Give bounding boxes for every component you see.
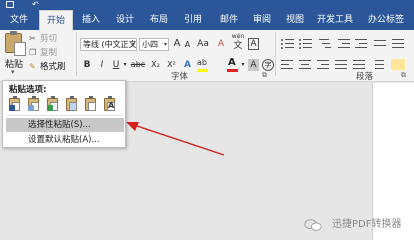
save-icon[interactable] [6, 1, 14, 8]
decrease-indent-icon[interactable] [338, 38, 352, 49]
tab-home[interactable]: 开始 [39, 10, 73, 30]
font-name-value: 等线 (中文正文) [83, 40, 137, 49]
picture-icon[interactable] [64, 96, 79, 113]
highlight-color-bar [197, 69, 208, 72]
paste-options-title: 粘贴选项: [9, 85, 47, 95]
divider [76, 32, 77, 76]
copy-button[interactable]: ❐ 复制 [29, 47, 57, 59]
align-center-icon[interactable] [299, 59, 313, 70]
shrink-font-icon[interactable]: A [183, 39, 192, 51]
italic-button[interactable]: I [97, 59, 107, 71]
tab-view[interactable]: 视图 [279, 10, 311, 30]
tab-file[interactable]: 文件 [2, 10, 36, 30]
grow-font-icon[interactable]: A [172, 38, 182, 50]
highlight-icon[interactable]: ab [196, 57, 208, 69]
sort-icon[interactable] [392, 38, 406, 49]
divider [275, 32, 276, 76]
tab-references[interactable]: 引用 [176, 10, 210, 30]
paragraph-group-label: 段落 [356, 72, 374, 82]
title-bar: ↶ [0, 0, 414, 10]
font-dialog-launcher-icon[interactable]: ⧉ [262, 71, 267, 80]
clipboard-icon [5, 31, 26, 56]
phonetic-char: 文 [233, 41, 243, 51]
tab-mailings[interactable]: 邮件 [212, 10, 246, 30]
tab-insert[interactable]: 插入 [75, 10, 107, 30]
change-case-icon[interactable]: Aa [195, 38, 211, 50]
text-only-icon[interactable]: A [102, 96, 117, 113]
ribbon-home: 粘贴 ▾ ✂ 剪切 ❐ 复制 ✎ 格式刷 等线 (中文正文) ▾ 小四 ▾ A A Aa … [0, 30, 414, 82]
clear-formatting-icon[interactable]: A [215, 38, 227, 50]
font-group-label: 字体 [171, 72, 189, 82]
paste-button[interactable]: 粘贴 ▾ [3, 31, 26, 78]
scissors-icon: ✂ [29, 34, 36, 43]
underline-button[interactable]: U [111, 59, 121, 71]
use-destination-styles-icon[interactable] [45, 96, 60, 113]
undo-icon[interactable]: ↶ [32, 0, 39, 9]
keep-text-only-icon[interactable] [83, 96, 98, 113]
keep-source-formatting-icon[interactable] [7, 96, 22, 113]
annotation-arrow [126, 122, 225, 156]
paragraph-dialog-launcher-icon[interactable]: ⧉ [401, 71, 406, 80]
tab-layout[interactable]: 布局 [143, 10, 175, 30]
strikethrough-button[interactable]: abc [130, 59, 146, 71]
font-name-combo[interactable]: 等线 (中文正文) ▾ [80, 38, 137, 51]
merge-formatting-icon[interactable] [26, 96, 41, 113]
line-spacing-icon[interactable] [371, 59, 385, 70]
format-painter-button[interactable]: ✎ 格式刷 [29, 61, 66, 73]
numbering-icon[interactable] [299, 38, 313, 49]
shading-icon[interactable] [391, 59, 405, 70]
bold-button[interactable]: B [82, 59, 92, 71]
cut-button[interactable]: ✂ 剪切 [29, 33, 57, 45]
character-border-icon[interactable]: A [248, 38, 259, 50]
increase-indent-icon[interactable] [355, 38, 369, 49]
chinese-layout-icon[interactable] [374, 38, 388, 49]
chevron-down-icon: ▾ [163, 41, 167, 48]
align-left-icon[interactable] [281, 59, 295, 70]
tab-developer[interactable]: 开发工具 [312, 10, 358, 30]
font-size-value: 小四 [142, 40, 158, 49]
align-right-icon[interactable] [317, 59, 331, 70]
arrow-shaft [133, 124, 225, 156]
set-default-paste-item[interactable]: 设置默认粘贴(A)... [6, 133, 124, 147]
chevron-down-icon[interactable]: ▾ [122, 59, 128, 71]
format-painter-label: 格式刷 [40, 62, 66, 72]
distributed-icon[interactable] [353, 59, 367, 70]
wechat-icon [304, 219, 322, 231]
subscript-button[interactable]: X₂ [149, 59, 162, 71]
tab-review[interactable]: 审阅 [246, 10, 278, 30]
font-color-bar [227, 69, 238, 72]
chevron-down-icon[interactable]: ▾ [11, 68, 15, 76]
brush-icon: ✎ [29, 62, 36, 71]
chevron-down-icon: ▾ [131, 41, 135, 48]
cut-label: 剪切 [40, 34, 58, 44]
enclose-characters-icon[interactable]: 字 [262, 59, 274, 71]
copy-label: 复制 [40, 48, 58, 58]
paste-special-item[interactable]: 选择性粘贴(S)... [6, 118, 124, 132]
multilevel-list-icon[interactable] [319, 38, 333, 49]
paste-options-menu: 粘贴选项: A 选择性粘贴(S)... 设置默认粘贴(A)... [2, 80, 126, 148]
justify-icon[interactable] [335, 59, 349, 70]
bullets-icon[interactable] [281, 38, 295, 49]
character-shading-icon[interactable]: A [248, 59, 259, 71]
ribbon-tab-bar: 文件 开始 插入 设计 布局 引用 邮件 审阅 视图 开发工具 办公标签 [0, 10, 414, 30]
tab-office-tab[interactable]: 办公标签 [362, 10, 410, 30]
chevron-down-icon[interactable]: ▾ [240, 59, 246, 71]
divider [7, 115, 123, 116]
copy-icon: ❐ [29, 48, 37, 57]
font-color-icon[interactable]: A [228, 57, 238, 69]
font-size-combo[interactable]: 小四 ▾ [139, 38, 169, 51]
tab-design[interactable]: 设计 [108, 10, 142, 30]
document-page[interactable] [372, 83, 414, 240]
watermark-text: 迅捷PDF转换器 [332, 219, 402, 230]
